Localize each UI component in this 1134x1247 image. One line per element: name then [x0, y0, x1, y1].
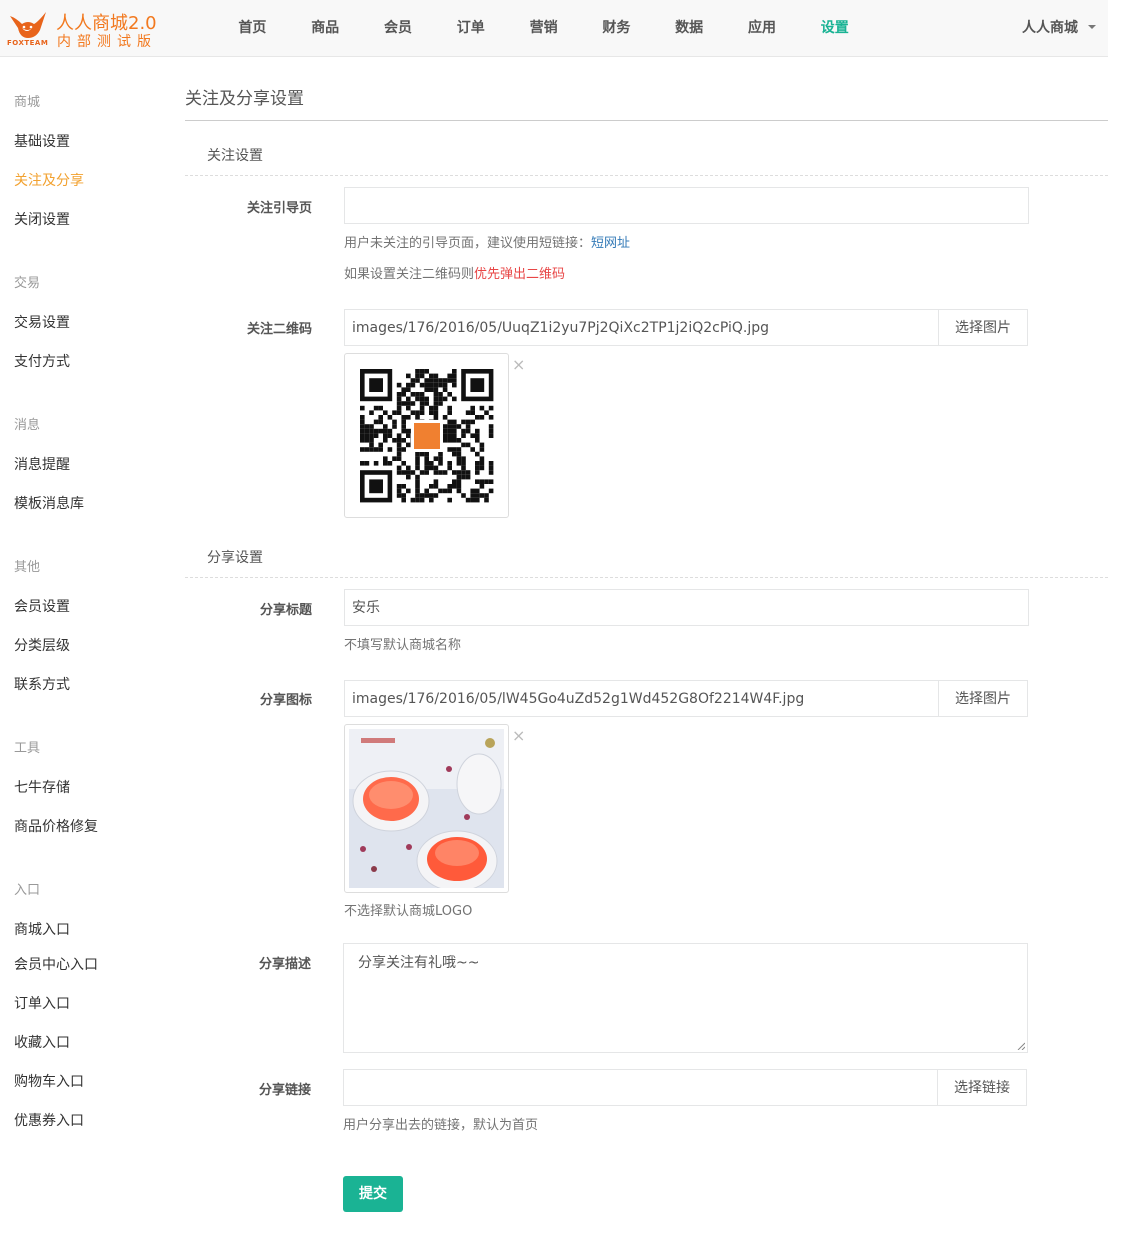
section-divider [185, 577, 1108, 578]
follow-qr-remove-icon[interactable]: × [512, 355, 525, 374]
user-name: 人人商城 [1022, 20, 1078, 36]
main-nav: 首页 商品 会员 订单 营销 财务 数据 应用 设置 [216, 0, 871, 57]
qr-code-image [360, 369, 494, 503]
share-icon-thumbnail [344, 724, 509, 893]
follow-qr-thumbnail [344, 353, 509, 518]
share-desc-text: 分享关注有礼哦~~ [358, 955, 480, 971]
follow-guide-input[interactable] [344, 187, 1029, 224]
share-desc-textarea[interactable]: 分享关注有礼哦~~ [343, 943, 1028, 1053]
nav-settings[interactable]: 设置 [798, 0, 871, 57]
follow-qr-choose-button[interactable]: 选择图片 [938, 309, 1028, 346]
sidebar-item-price-fix[interactable]: 商品价格修复 [14, 816, 98, 836]
sidebar-item-notify[interactable]: 消息提醒 [14, 454, 70, 474]
sidebar-group-entry: 入口 [14, 883, 41, 898]
sidebar-item-member-entry[interactable]: 会员中心入口 [14, 954, 98, 974]
share-link-label: 分享链接 [258, 1083, 311, 1098]
share-icon-remove-icon[interactable]: × [512, 726, 525, 745]
sidebar-group-message: 消息 [14, 418, 41, 433]
sidebar-item-payment[interactable]: 支付方式 [14, 351, 70, 371]
nav-apps[interactable]: 应用 [726, 0, 799, 57]
share-icon-choose-button[interactable]: 选择图片 [938, 680, 1028, 717]
sidebar-group-mall: 商城 [14, 95, 41, 110]
share-desc-label: 分享描述 [258, 957, 311, 972]
sidebar-group-tools: 工具 [14, 741, 41, 756]
short-url-link[interactable]: 短网址 [591, 236, 630, 251]
sidebar-item-qiniu[interactable]: 七牛存储 [14, 777, 70, 797]
sidebar-item-coupon-entry[interactable]: 优惠券入口 [14, 1110, 84, 1130]
section-title-follow: 关注设置 [207, 148, 263, 164]
follow-qr-label: 关注二维码 [246, 322, 312, 337]
resize-handle-icon[interactable] [1017, 1042, 1025, 1050]
sidebar-item-member-settings[interactable]: 会员设置 [14, 596, 70, 616]
follow-guide-help: 用户未关注的引导页面，建议使用短链接：短网址 [344, 232, 630, 251]
logo[interactable]: FOXTEAM 人人商城2.0 内部测试版 [6, 6, 166, 50]
share-icon-path-input[interactable]: images/176/2016/05/lW45Go4uZd52g1Wd452G8… [344, 680, 939, 717]
submit-button[interactable]: 提交 [343, 1176, 403, 1212]
sidebar-item-favorite-entry[interactable]: 收藏入口 [14, 1032, 70, 1052]
follow-qr-path-input[interactable]: images/176/2016/05/UuqZ1i2yu7Pj2QiXc2TP1… [344, 309, 939, 346]
sidebar-item-order-entry[interactable]: 订单入口 [14, 993, 70, 1013]
share-icon-help: 不选择默认商城LOGO [344, 904, 473, 919]
follow-guide-help-text: 用户未关注的引导页面，建议使用短链接： [344, 236, 592, 251]
sidebar-item-basic[interactable]: 基础设置 [14, 131, 70, 151]
tea-cups-image [349, 729, 504, 892]
nav-home[interactable]: 首页 [216, 0, 289, 57]
sidebar-item-contact[interactable]: 联系方式 [14, 674, 70, 694]
share-title-help: 不填写默认商城名称 [344, 638, 462, 653]
sidebar-item-follow-share[interactable]: 关注及分享 [14, 170, 84, 190]
share-title-label: 分享标题 [259, 603, 312, 618]
sidebar-group-other: 其他 [14, 560, 41, 575]
user-menu[interactable]: 人人商城 [1022, 0, 1096, 57]
share-icon-label: 分享图标 [259, 693, 312, 708]
sidebar-item-template-msg[interactable]: 模板消息库 [14, 493, 84, 513]
nav-goods[interactable]: 商品 [289, 0, 362, 57]
share-link-help: 用户分享出去的链接，默认为首页 [343, 1118, 539, 1133]
top-navbar: FOXTEAM 人人商城2.0 内部测试版 首页 商品 会员 订单 营销 财务 … [0, 0, 1108, 57]
page-title: 关注及分享设置 [185, 89, 304, 109]
share-link-choose-button[interactable]: 选择链接 [937, 1069, 1027, 1106]
caret-down-icon [1088, 25, 1096, 29]
title-divider [185, 120, 1108, 121]
sidebar-item-trade-settings[interactable]: 交易设置 [14, 312, 70, 332]
section-divider [185, 175, 1108, 176]
sidebar-item-cart-entry[interactable]: 购物车入口 [14, 1071, 84, 1091]
nav-orders[interactable]: 订单 [434, 0, 507, 57]
follow-guide-label: 关注引导页 [246, 201, 312, 216]
priority-help-highlight: 优先弹出二维码 [474, 267, 566, 282]
share-link-input[interactable] [343, 1069, 938, 1106]
sidebar-item-category-level[interactable]: 分类层级 [14, 635, 70, 655]
sidebar-item-close[interactable]: 关闭设置 [14, 209, 70, 229]
nav-members[interactable]: 会员 [362, 0, 435, 57]
priority-help-text: 如果设置关注二维码则 [344, 267, 475, 282]
sidebar-item-mall-entry[interactable]: 商城入口 [14, 919, 70, 939]
nav-marketing[interactable]: 营销 [507, 0, 580, 57]
nav-data[interactable]: 数据 [653, 0, 726, 57]
section-title-share: 分享设置 [207, 550, 263, 566]
brand-subtitle: 内部测试版 [57, 34, 157, 50]
logo-foxteam-text: FOXTEAM [7, 39, 49, 47]
share-title-input[interactable]: 安乐 [344, 589, 1029, 626]
sidebar-group-trade: 交易 [14, 276, 41, 291]
nav-finance[interactable]: 财务 [580, 0, 653, 57]
follow-qr-priority-help: 如果设置关注二维码则优先弹出二维码 [344, 263, 565, 282]
